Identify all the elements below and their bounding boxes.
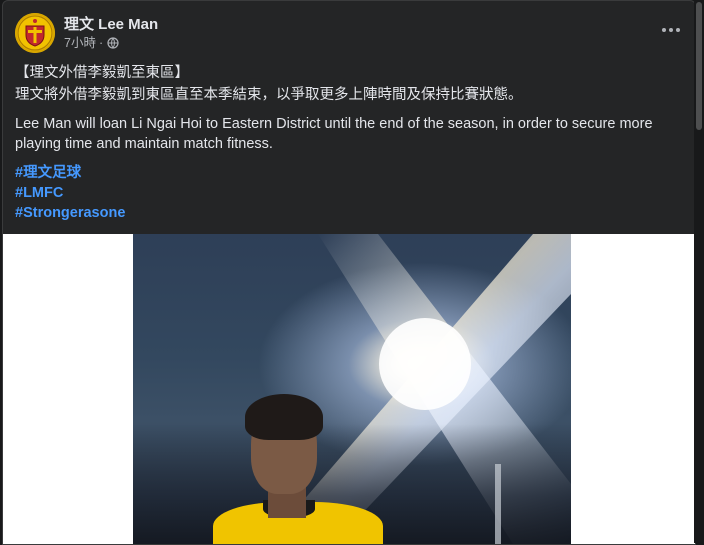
hashtag-lee-man-football[interactable]: #理文足球 <box>15 163 81 183</box>
page-name[interactable]: 理文 Lee Man <box>64 15 158 34</box>
post-meta: 理文 Lee Man 7小時 · <box>64 15 158 52</box>
post-body: 【理文外借李毅凱至東區】 理文將外借李毅凱到東區直至本季結束，以爭取更多上陣時間… <box>15 63 685 223</box>
post-photo[interactable] <box>133 234 571 544</box>
club-crest-icon <box>17 15 53 51</box>
post-english-line: Lee Man will loan Li Ngai Hoi to Eastern… <box>15 116 653 152</box>
goal-post <box>495 464 501 544</box>
scrollbar-thumb[interactable] <box>696 2 702 130</box>
globe-icon[interactable] <box>107 37 119 49</box>
post-card: 理文 Lee Man 7小時 · 【理文外借李毅凱至東區】 理文將外借李毅凱到東… <box>2 0 696 545</box>
hashtag-lmfc[interactable]: #LMFC <box>15 183 63 203</box>
separator: · <box>98 35 104 50</box>
post-title-line: 【理文外借李毅凱至東區】 <box>15 65 189 81</box>
avatar[interactable] <box>15 13 55 53</box>
post-chinese-line: 理文將外借李毅凱到東區直至本季結束，以爭取更多上陣時間及保持比賽狀態。 <box>15 87 523 103</box>
post-photo-container <box>3 234 695 544</box>
post-time[interactable]: 7小時 <box>64 35 96 52</box>
more-options-icon-dot <box>669 28 673 32</box>
post-header: 理文 Lee Man 7小時 · <box>15 11 158 55</box>
more-options-icon-dot <box>676 28 680 32</box>
more-options-button[interactable] <box>657 20 685 40</box>
more-options-icon <box>662 28 666 32</box>
hashtag-strongerasone[interactable]: #Strongerasone <box>15 203 125 223</box>
timestamp-row: 7小時 · <box>64 35 158 52</box>
scrollbar[interactable] <box>694 0 704 543</box>
player-hair <box>245 394 323 440</box>
